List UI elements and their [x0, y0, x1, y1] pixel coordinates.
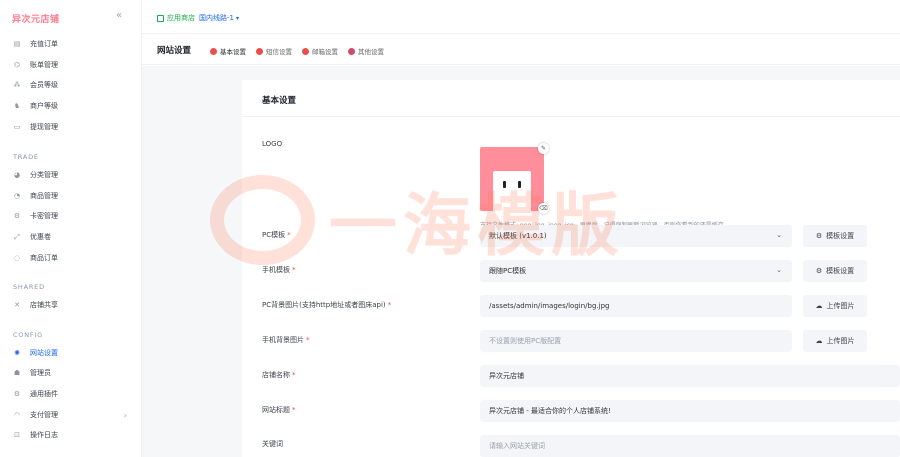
sidebar-item-coupons[interactable]: ⤢ 优惠卷 — [13, 230, 131, 244]
tab-sms-settings[interactable]: 短信设置 — [256, 46, 292, 56]
sidebar-item-logs[interactable]: ⊡ 操作日志 — [13, 428, 131, 442]
tab-email-settings[interactable]: 邮箱设置 — [302, 46, 338, 56]
cloud-upload-icon: ☁ — [815, 337, 823, 345]
sidebar-item-admins[interactable]: ☗ 管理员 — [13, 366, 131, 380]
withdraw-icon: ▭ — [13, 123, 21, 131]
sidebar-item-merchant-levels[interactable]: ♞ 商户等级 — [13, 99, 131, 113]
tab-basic-icon — [210, 47, 217, 55]
sidebar-item-goods-orders[interactable]: ◌ 商品订单 — [13, 251, 131, 265]
sidebar-item-member-levels[interactable]: ⁂ 会员等级 — [13, 78, 131, 92]
section-shared: SHARED — [13, 283, 45, 291]
topbar: 应用商店 国内线路-1 ▾ — [142, 0, 900, 34]
sidebar-item-payments[interactable]: ◠ 支付管理 › — [13, 408, 131, 422]
title-bar: 网站设置 基本设置 短信设置 邮箱设置 其他设置 — [142, 35, 900, 65]
logo-eye-left — [503, 181, 506, 188]
trash-icon[interactable]: ⌫ — [538, 203, 549, 214]
pc-template-select[interactable]: 默认模板 (v1.0.1) ⌄ — [480, 225, 792, 247]
goods-icon: ◔ — [13, 192, 21, 200]
app-store-link[interactable]: 应用商店 国内线路-1 ▾ — [157, 13, 239, 23]
sidebar: 异次元店铺 « ▤ 充值订单 ⌬ 账单管理 ⁂ 会员等级 ♞ 商户等级 ▭ 提现… — [0, 0, 142, 457]
goods-order-icon: ◌ — [13, 254, 21, 262]
logo-label: LOGO — [262, 140, 283, 148]
app-logo[interactable]: 异次元店铺 — [12, 12, 60, 25]
sidebar-item-plugins[interactable]: ⚙ 通用插件 — [13, 387, 131, 401]
pc-bg-upload-button[interactable]: ☁ 上传图片 — [803, 295, 867, 317]
site-title-input[interactable]: 异次元店铺 - 最适合你的个人店铺系统! — [480, 400, 900, 422]
shop-name-label: 店铺名称 * — [262, 371, 296, 379]
tab-other-icon — [348, 47, 355, 55]
divider — [242, 116, 900, 117]
order-icon: ▤ — [13, 40, 21, 48]
coupon-icon: ⤢ — [14, 232, 20, 241]
tab-other-settings[interactable]: 其他设置 — [348, 46, 384, 56]
mobile-template-label: 手机模板 * — [262, 266, 296, 274]
mobile-template-select[interactable]: 跟随PC模板 ⌄ — [480, 260, 792, 282]
pc-bg-input[interactable]: /assets/admin/images/login/bg.jpg — [480, 295, 792, 317]
bill-icon: ⌬ — [13, 61, 21, 69]
tab-email-icon — [302, 47, 309, 55]
sidebar-item-withdraw[interactable]: ▭ 提现管理 — [13, 120, 131, 134]
line-selector[interactable]: 国内线路-1 — [199, 13, 234, 23]
cloud-upload-icon: ☁ — [815, 302, 823, 310]
mobile-bg-upload-button[interactable]: ☁ 上传图片 — [803, 330, 867, 352]
sidebar-item-cards[interactable]: ⚙ 卡密管理 — [13, 209, 131, 223]
share-icon: ✕ — [14, 301, 20, 309]
gears-icon: ⚙ — [815, 232, 823, 240]
keywords-label: 关键词 — [262, 440, 283, 448]
logo-eye-right — [518, 181, 521, 188]
sidebar-item-shop-share[interactable]: ✕ 店铺共享 — [13, 298, 131, 312]
shop-name-input[interactable]: 异次元店铺 — [480, 365, 900, 387]
plugin-icon: ⚙ — [13, 390, 21, 398]
site-title-label: 网站标题 * — [262, 406, 296, 414]
sidebar-item-bills[interactable]: ⌬ 账单管理 — [13, 58, 131, 72]
section-config: CONFIG — [13, 331, 44, 339]
sidebar-item-categories[interactable]: ◕ 分类管理 — [13, 168, 131, 182]
pc-template-label: PC模板 * — [262, 231, 291, 239]
mobile-bg-label: 手机背景图片 * — [262, 336, 310, 344]
chevron-right-icon: › — [123, 410, 127, 420]
tab-sms-icon — [256, 47, 263, 55]
chevron-down-icon: ⌄ — [776, 266, 782, 274]
pc-bg-label: PC背景图片(支持http地址或者图床api) * — [262, 301, 392, 309]
edit-icon[interactable]: ✎ — [538, 143, 549, 154]
member-icon: ⁂ — [13, 81, 21, 89]
sidebar-item-site-settings[interactable]: ✺ 网站设置 — [13, 346, 131, 360]
settings-card: 基本设置 LOGO ✎ ⌫ 支持文件格式: png, jpg, jpeg, ic… — [242, 80, 900, 457]
card-icon: ⚙ — [13, 212, 21, 220]
logo-face — [493, 171, 531, 211]
store-icon — [157, 14, 164, 22]
chevron-down-icon: ⌄ — [776, 231, 782, 239]
gears-icon: ⚙ — [815, 267, 823, 275]
mobile-bg-input[interactable]: 不设置则使用PC版配置 — [480, 330, 792, 352]
payment-icon: ◠ — [13, 411, 21, 419]
page-title: 网站设置 — [157, 46, 192, 56]
sidebar-item-recharge-orders[interactable]: ▤ 充值订单 — [13, 37, 131, 51]
mobile-template-settings-button[interactable]: ⚙ 模板设置 — [803, 260, 867, 282]
pc-template-settings-button[interactable]: ⚙ 模板设置 — [803, 225, 867, 247]
sidebar-item-goods[interactable]: ◔ 商品管理 — [13, 189, 131, 203]
section-title: 基本设置 — [262, 96, 297, 106]
app-store-label: 应用商店 — [167, 14, 195, 22]
log-icon: ⊡ — [14, 431, 20, 439]
chevron-down-icon: ▾ — [235, 14, 239, 22]
keywords-input[interactable]: 请输入网站关键词 — [480, 435, 900, 457]
merchant-icon: ♞ — [13, 102, 21, 110]
tab-basic-settings[interactable]: 基本设置 — [210, 46, 246, 56]
category-icon: ◕ — [13, 171, 21, 179]
section-trade: TRADE — [13, 153, 39, 161]
content-area: 基本设置 LOGO ✎ ⌫ 支持文件格式: png, jpg, jpeg, ic… — [142, 66, 900, 457]
double-chevron-left-icon[interactable]: « — [116, 10, 122, 21]
admin-icon: ☗ — [13, 369, 21, 377]
gear-icon: ✺ — [14, 349, 20, 357]
logo-preview[interactable] — [480, 147, 544, 211]
